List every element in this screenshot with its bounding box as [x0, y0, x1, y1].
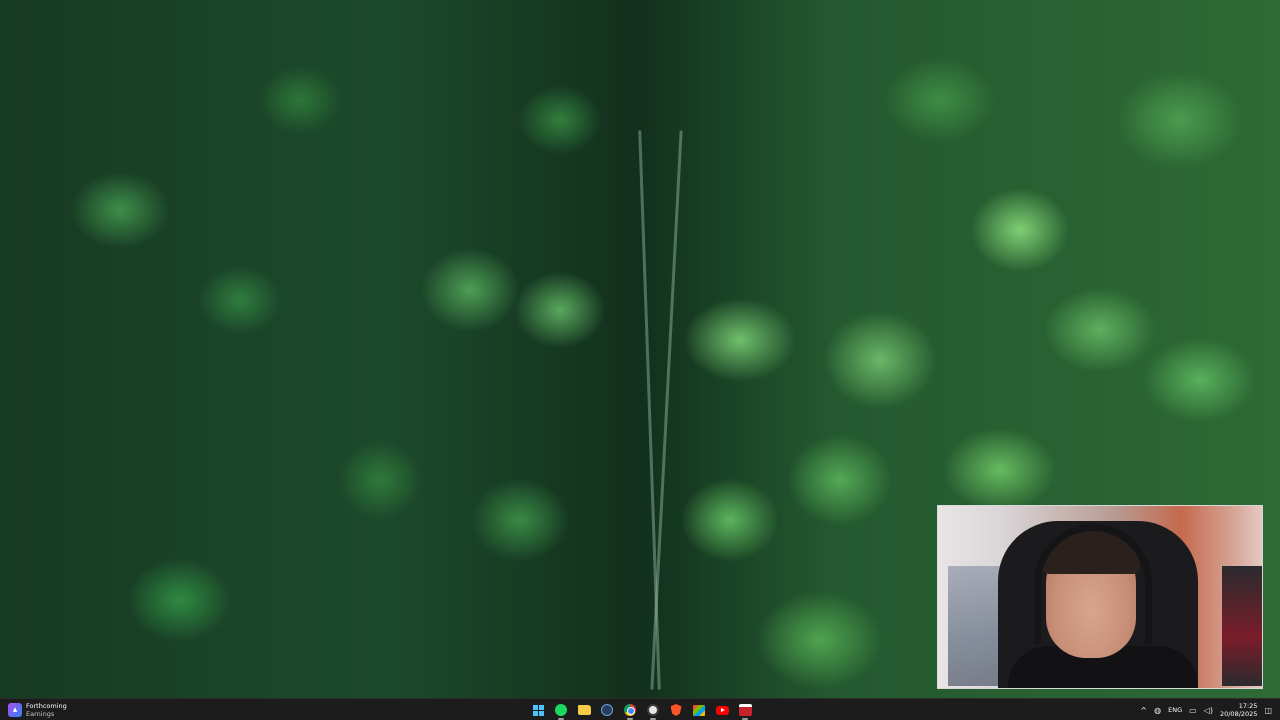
clock-date: 20/08/2025 [1219, 710, 1258, 718]
tray-app-icon[interactable]: ◍ [1154, 706, 1161, 715]
clock[interactable]: 17:25 20/08/2025 [1220, 702, 1257, 718]
show-hidden-icons-chevron[interactable]: ^ [1140, 706, 1147, 715]
headset [1034, 524, 1152, 644]
brave-icon[interactable] [668, 702, 684, 718]
webcam-overlay [937, 505, 1263, 689]
volume-icon[interactable]: ◁) [1204, 706, 1213, 715]
clock-time: 17:25 [1238, 702, 1258, 710]
widgets-icon: ▴ [8, 703, 22, 717]
microsoft-store-icon[interactable] [691, 702, 707, 718]
chrome-icon[interactable] [622, 702, 638, 720]
weather-widget[interactable]: ▴ Forthcoming Earnings [8, 700, 67, 720]
webcam-background-screen [1222, 566, 1262, 686]
obs-icon[interactable] [645, 702, 661, 720]
notification-icon[interactable]: ◫ [1264, 706, 1272, 715]
language-indicator[interactable]: ENG [1168, 706, 1182, 714]
windows-start-icon[interactable] [530, 702, 546, 718]
youtube-icon[interactable] [714, 702, 730, 718]
taskbar-pinned-apps [530, 701, 753, 720]
forest-path [650, 130, 683, 690]
widget-subtitle: Earnings [26, 710, 55, 718]
steam-icon[interactable] [599, 702, 615, 718]
system-tray: ^ ◍ ENG ▭ ◁) 17:25 20/08/2025 ◫ [1140, 700, 1272, 720]
app-red-icon[interactable] [737, 702, 753, 720]
taskbar: ▴ Forthcoming Earnings ^ ◍ ENG ▭ ◁) 17:2… [0, 698, 1280, 720]
widget-title: Forthcoming [26, 702, 67, 710]
network-icon[interactable]: ▭ [1189, 706, 1197, 715]
spotify-icon[interactable] [553, 702, 569, 720]
file-explorer-icon[interactable] [576, 702, 592, 718]
